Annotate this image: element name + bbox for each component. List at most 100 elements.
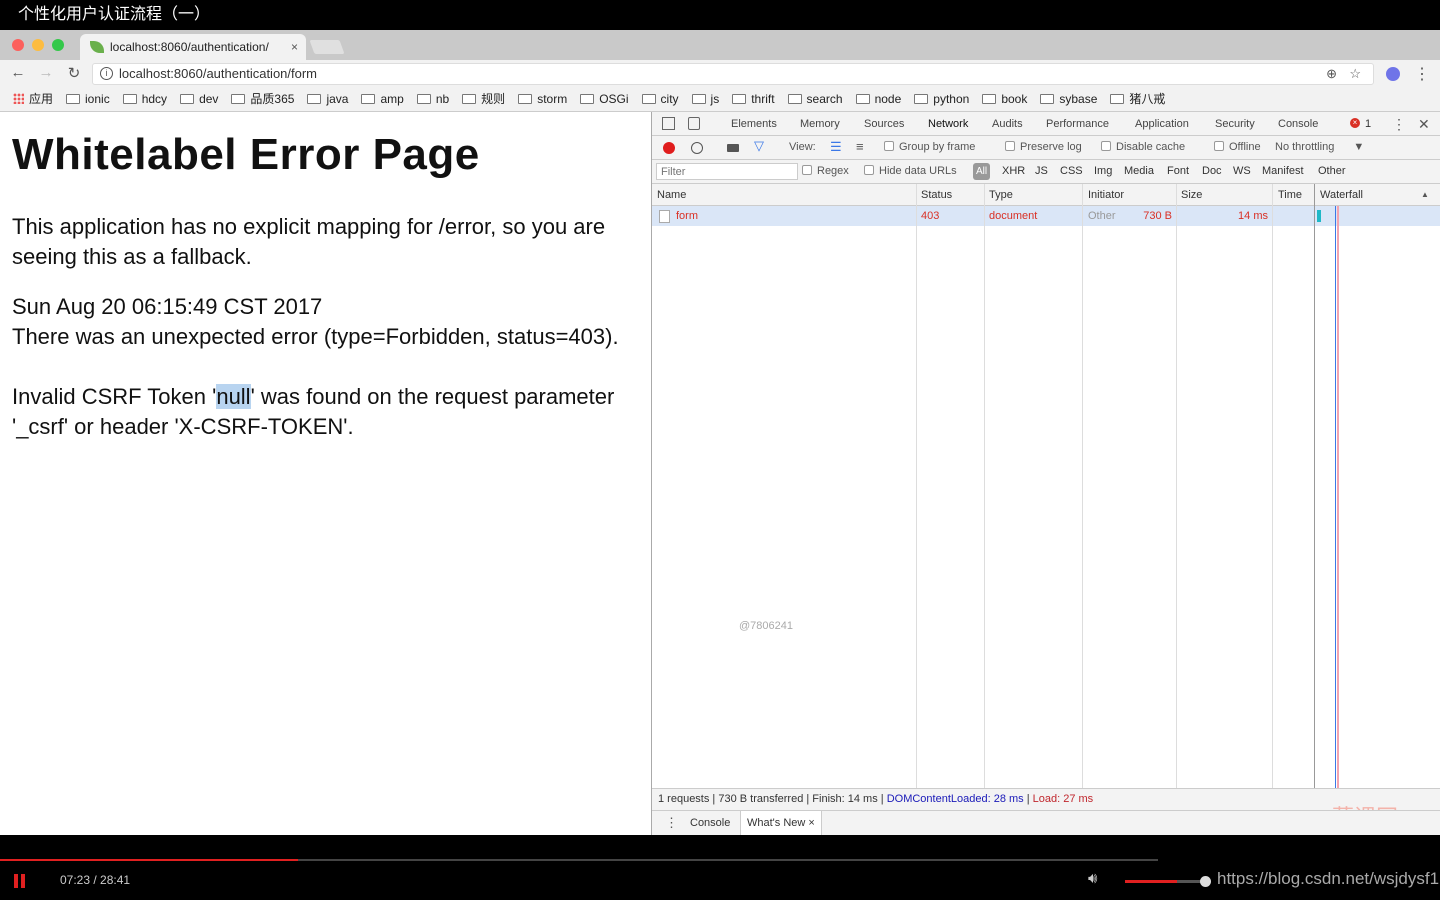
type-filter-css[interactable]: CSS: [1060, 163, 1083, 180]
screenshot-camera-icon[interactable]: [727, 144, 739, 152]
url-text: localhost:8060/authentication/form: [119, 66, 318, 81]
drawer-tab-whats-new[interactable]: What's New ×: [740, 811, 822, 836]
close-window-button[interactable]: [12, 39, 24, 51]
volume-icon[interactable]: 🔊︎: [1088, 870, 1097, 887]
close-drawer-tab-icon[interactable]: ×: [808, 817, 814, 829]
devtools-tab-elements[interactable]: Elements: [731, 112, 777, 136]
column-header-size[interactable]: Size: [1181, 184, 1202, 206]
devtools-tab-performance[interactable]: Performance: [1046, 112, 1109, 136]
list-view-icon[interactable]: ☰: [830, 136, 842, 158]
column-header-status[interactable]: Status: [921, 184, 952, 206]
pause-icon[interactable]: [14, 874, 18, 888]
bookmark-item[interactable]: js: [691, 88, 719, 110]
document-icon: [659, 210, 670, 223]
extension-icon[interactable]: [1386, 67, 1400, 81]
bookmark-item[interactable]: sybase: [1040, 88, 1097, 110]
disable-cache-checkbox[interactable]: Disable cache: [1101, 136, 1185, 158]
zoom-icon[interactable]: ⊕: [1326, 64, 1337, 84]
status-summary: 1 requests | 730 B transferred | Finish:…: [658, 793, 887, 805]
folder-icon: [307, 94, 322, 104]
volume-knob[interactable]: [1200, 876, 1211, 887]
bookmark-item[interactable]: java: [307, 88, 348, 110]
drawer-tab-console[interactable]: Console: [690, 811, 730, 835]
network-status-bar: 1 requests | 730 B transferred | Finish:…: [652, 788, 1440, 810]
error-icon[interactable]: ×: [1350, 118, 1360, 128]
bookmark-star-icon[interactable]: ☆: [1349, 64, 1361, 84]
clear-icon[interactable]: [691, 142, 703, 154]
type-filter-ws[interactable]: WS: [1233, 163, 1251, 180]
preserve-log-checkbox[interactable]: Preserve log: [1005, 136, 1082, 158]
throttling-select[interactable]: No throttling ▼: [1275, 136, 1364, 158]
hide-data-urls-checkbox[interactable]: Hide data URLs: [864, 160, 957, 182]
bookmark-item[interactable]: storm: [518, 88, 567, 110]
column-header-initiator[interactable]: Initiator: [1088, 184, 1124, 206]
type-filter-xhr[interactable]: XHR: [1002, 163, 1025, 180]
filter-icon[interactable]: ▽: [754, 138, 764, 154]
column-header-type[interactable]: Type: [989, 184, 1013, 206]
bookmark-item[interactable]: amp: [361, 88, 404, 110]
bookmark-item[interactable]: OSGi: [580, 88, 629, 110]
type-filter-all[interactable]: All: [973, 163, 991, 180]
bookmark-item[interactable]: dev: [180, 88, 218, 110]
checkbox-icon: [802, 165, 812, 175]
type-filter-media[interactable]: Media: [1124, 163, 1154, 180]
bookmark-item[interactable]: hdcy: [122, 88, 167, 110]
inspect-icon[interactable]: [662, 117, 675, 130]
close-devtools-icon[interactable]: ✕: [1418, 112, 1430, 136]
menu-icon[interactable]: ⋮: [1414, 64, 1430, 84]
url-input[interactable]: i localhost:8060/authentication/form ⊕ ☆: [92, 63, 1374, 85]
maximize-window-button[interactable]: [52, 39, 64, 51]
devtools-tab-security[interactable]: Security: [1215, 112, 1255, 136]
bookmark-item[interactable]: 品质365: [231, 88, 294, 110]
type-filter-manifest[interactable]: Manifest: [1262, 163, 1304, 180]
bookmark-item[interactable]: node: [855, 88, 902, 110]
column-header-time[interactable]: Time: [1278, 184, 1302, 206]
device-toolbar-icon[interactable]: [688, 117, 700, 130]
bookmark-label: node: [874, 92, 902, 106]
devtools-tab-console[interactable]: Console: [1278, 112, 1318, 136]
minimize-window-button[interactable]: [32, 39, 44, 51]
drawer-menu-icon[interactable]: ⋮: [665, 811, 678, 835]
bookmark-item[interactable]: book: [982, 88, 1027, 110]
cell-initiator: Other: [1088, 210, 1116, 222]
filter-input[interactable]: [656, 163, 798, 180]
devtools-tab-sources[interactable]: Sources: [864, 112, 904, 136]
devtools-tab-audits[interactable]: Audits: [992, 112, 1023, 136]
sort-up-icon[interactable]: ▲: [1421, 184, 1429, 206]
regex-checkbox[interactable]: Regex: [802, 160, 849, 182]
devtools-tab-application[interactable]: Application: [1135, 112, 1189, 136]
type-filter-other[interactable]: Other: [1318, 163, 1346, 180]
group-by-frame-checkbox[interactable]: Group by frame: [884, 136, 975, 158]
table-row[interactable]: [652, 206, 1440, 226]
type-filter-font[interactable]: Font: [1167, 163, 1189, 180]
type-filter-js[interactable]: JS: [1035, 163, 1048, 180]
bookmark-label: 规则: [481, 92, 506, 106]
bookmark-item[interactable]: nb: [416, 88, 449, 110]
bookmark-item[interactable]: thrift: [732, 88, 775, 110]
devtools-tab-network[interactable]: Network: [928, 112, 969, 138]
offline-checkbox[interactable]: Offline: [1214, 136, 1261, 158]
devtools-menu-icon[interactable]: ⋮: [1392, 112, 1406, 136]
bookmark-item[interactable]: 应用: [13, 88, 53, 110]
bookmark-item[interactable]: city: [641, 88, 679, 110]
cell-status: 403: [921, 210, 940, 222]
type-filter-doc[interactable]: Doc: [1202, 163, 1222, 180]
bookmark-item[interactable]: ionic: [66, 88, 110, 110]
bookmark-item[interactable]: 猪八戒: [1110, 88, 1165, 110]
bookmark-item[interactable]: python: [914, 88, 969, 110]
type-filter-img[interactable]: Img: [1094, 163, 1112, 180]
volume-slider[interactable]: [1125, 880, 1205, 883]
back-icon[interactable]: ←: [8, 64, 28, 81]
devtools-tab-memory[interactable]: Memory: [800, 112, 840, 136]
reload-icon[interactable]: ↻: [64, 64, 84, 82]
overview-icon[interactable]: ≡: [856, 136, 864, 158]
record-icon[interactable]: [663, 142, 675, 154]
column-header-waterfall[interactable]: Waterfall: [1320, 184, 1363, 206]
bookmark-item[interactable]: search: [787, 88, 843, 110]
bookmark-item[interactable]: 规则: [462, 88, 505, 110]
close-tab-icon[interactable]: ×: [291, 34, 298, 60]
new-tab-button[interactable]: [309, 40, 345, 54]
browser-tab[interactable]: localhost:8060/authentication/ ×: [80, 34, 306, 60]
column-header-name[interactable]: Name: [657, 184, 686, 206]
forward-icon[interactable]: →: [36, 64, 56, 81]
